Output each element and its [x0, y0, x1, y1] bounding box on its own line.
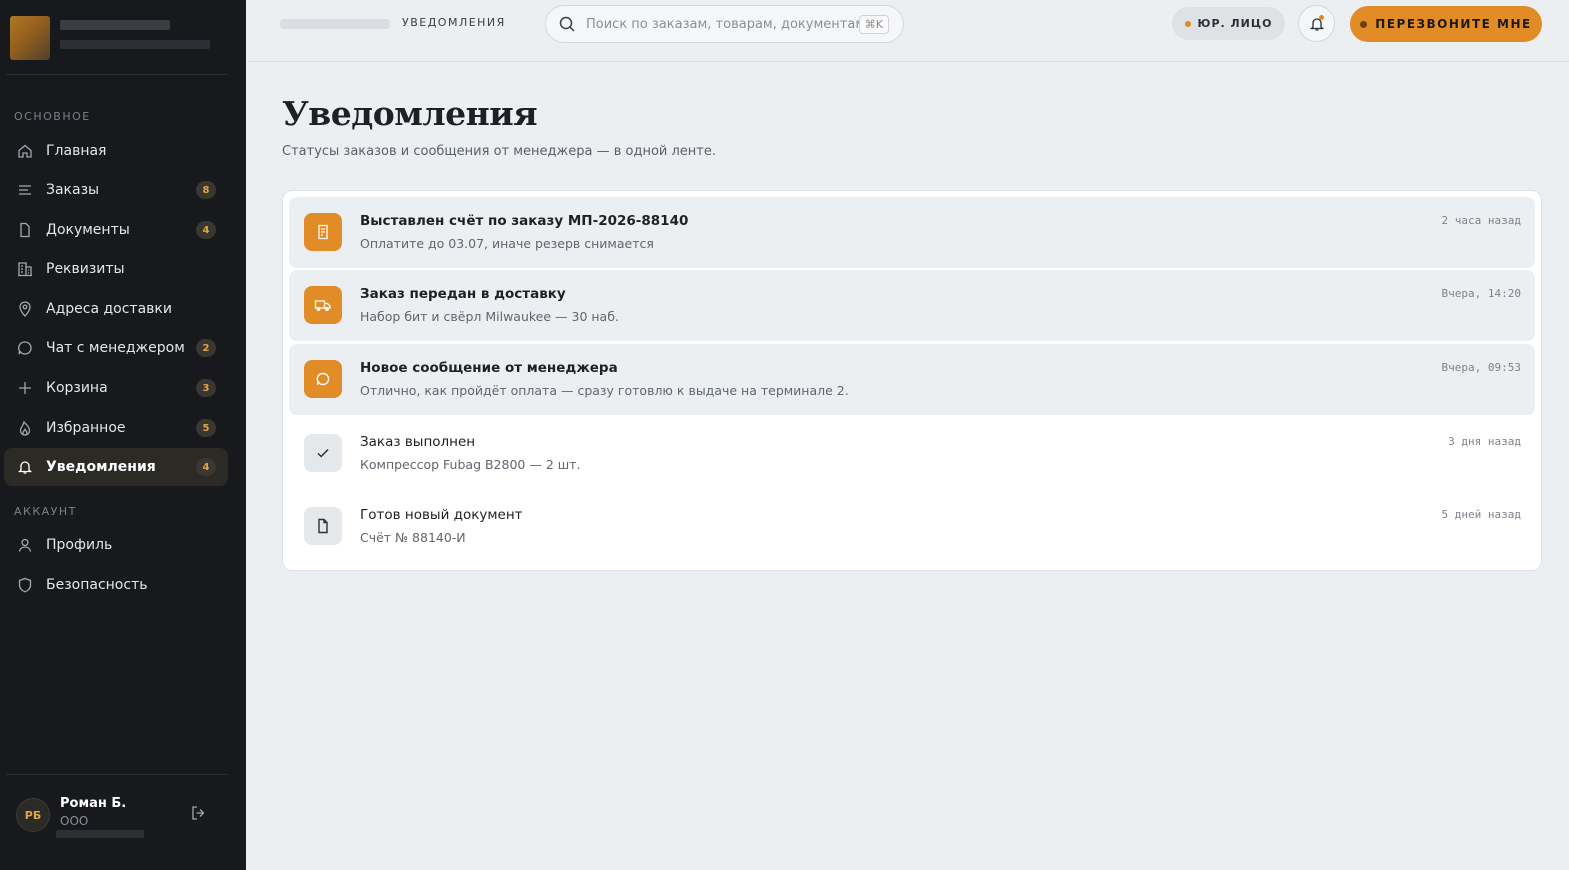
breadcrumb: УВЕДОМЛЕНИЯ — [402, 16, 506, 29]
notifications-button[interactable] — [1298, 5, 1335, 42]
count-badge: 5 — [196, 419, 216, 437]
sidebar-item-security[interactable]: Безопасность — [4, 566, 228, 604]
count-badge: 4 — [196, 221, 216, 239]
sidebar-item-profile[interactable]: Профиль — [4, 526, 228, 564]
page-title: Уведомления — [282, 94, 538, 133]
chat-icon — [16, 339, 34, 357]
notification-item[interactable]: Новое сообщение от менеджера Отлично, ка… — [289, 344, 1535, 415]
building-icon — [16, 260, 34, 278]
status-dot — [1184, 20, 1191, 27]
notification-description: Оплатите до 03.07, иначе резерв снимаетс… — [360, 236, 654, 251]
sidebar-item-orders[interactable]: Заказы 8 — [4, 171, 228, 209]
breadcrumb-root-redacted — [280, 19, 390, 29]
user-block: РБ Роман Б. ООО — [16, 796, 226, 838]
sidebar-item-label: Документы — [46, 222, 130, 238]
count-badge: 4 — [196, 458, 216, 476]
sidebar-item-label: Адреса доставки — [46, 301, 172, 317]
sidebar-item-label: Главная — [46, 143, 107, 159]
sidebar-item-label: Безопасность — [46, 577, 148, 593]
notification-time: 2 часа назад — [1441, 214, 1521, 227]
notification-title: Заказ выполнен — [360, 434, 476, 450]
user-icon — [16, 536, 34, 554]
user-name: Роман Б. — [60, 796, 127, 811]
sidebar-item-label: Чат с менеджером — [46, 340, 185, 356]
section-title-account: АККАУНТ — [14, 505, 77, 518]
document-icon — [304, 507, 342, 545]
sidebar-item-home[interactable]: Главная — [4, 132, 228, 170]
list-icon — [16, 181, 34, 199]
user-org: ООО — [60, 814, 89, 828]
page-subtitle: Статусы заказов и сообщения от менеджера… — [282, 144, 717, 159]
check-icon — [304, 434, 342, 472]
notification-title: Готов новый документ — [360, 507, 523, 523]
search-placeholder: Поиск по заказам, товарам, документам... — [586, 16, 859, 32]
logout-icon[interactable] — [190, 804, 210, 824]
company-subtitle-redacted — [60, 40, 210, 49]
sidebar-item-label: Корзина — [46, 380, 108, 396]
document-icon — [16, 221, 34, 239]
notification-title: Новое сообщение от менеджера — [360, 360, 618, 376]
company-name-redacted — [60, 20, 170, 30]
flame-icon — [16, 419, 34, 437]
sidebar-item-label: Заказы — [46, 182, 100, 198]
sidebar: ОСНОВНОЕ Главная Заказы 8 Документы 4 Ре… — [0, 0, 246, 870]
notification-description: Компрессор Fubag B2800 — 2 шт. — [360, 457, 581, 472]
sidebar-item-requisites[interactable]: Реквизиты — [4, 250, 228, 288]
home-icon — [16, 142, 34, 160]
notification-item[interactable]: Готов новый документ Счёт № 88140-И 5 дн… — [289, 491, 1535, 562]
sidebar-item-documents[interactable]: Документы 4 — [4, 211, 228, 249]
count-badge: 8 — [196, 181, 216, 199]
entity-type-label: ЮР. ЛИЦО — [1197, 17, 1273, 30]
notification-time: Вчера, 14:20 — [1441, 287, 1521, 300]
search-shortcut: ⌘K — [858, 14, 889, 34]
sidebar-item-label: Уведомления — [46, 459, 156, 475]
truck-icon — [304, 286, 342, 324]
sidebar-item-notifications[interactable]: Уведомления 4 — [4, 448, 228, 486]
sidebar-item-favorites[interactable]: Избранное 5 — [4, 409, 228, 447]
sidebar-item-manager-chat[interactable]: Чат с менеджером 2 — [4, 329, 228, 367]
notification-title: Выставлен счёт по заказу МП-2026-88140 — [360, 213, 689, 229]
notification-item[interactable]: Заказ передан в доставку Набор бит и свё… — [289, 270, 1535, 341]
sidebar-item-delivery-addresses[interactable]: Адреса доставки — [4, 290, 228, 328]
notification-time: 3 дня назад — [1448, 435, 1521, 448]
sidebar-item-label: Профиль — [46, 537, 113, 553]
sidebar-divider — [6, 74, 228, 75]
status-dot — [1360, 20, 1368, 28]
bell-icon — [16, 458, 34, 476]
notification-item[interactable]: Выставлен счёт по заказу МП-2026-88140 О… — [289, 197, 1535, 268]
plus-icon — [16, 379, 34, 397]
count-badge: 3 — [196, 379, 216, 397]
notification-description: Отлично, как пройдёт оплата — сразу гото… — [360, 383, 849, 398]
shield-icon — [16, 576, 34, 594]
notification-item[interactable]: Заказ выполнен Компрессор Fubag B2800 — … — [289, 418, 1535, 489]
topbar: УВЕДОМЛЕНИЯ Поиск по заказам, товарам, д… — [246, 0, 1569, 62]
unread-dot — [1319, 15, 1324, 20]
sidebar-item-cart[interactable]: Корзина 3 — [4, 369, 228, 407]
callback-button[interactable]: ПЕРЕЗВОНИТЕ МНЕ — [1350, 6, 1542, 42]
location-pin-icon — [16, 300, 34, 318]
chat-icon — [304, 360, 342, 398]
avatar[interactable]: РБ — [16, 798, 50, 832]
notifications-list: Выставлен счёт по заказу МП-2026-88140 О… — [282, 190, 1542, 571]
sidebar-divider — [6, 774, 228, 775]
section-title-main: ОСНОВНОЕ — [14, 110, 91, 123]
user-company-redacted — [56, 830, 144, 838]
invoice-icon — [304, 213, 342, 251]
sidebar-item-label: Избранное — [46, 420, 126, 436]
sidebar-item-label: Реквизиты — [46, 261, 125, 277]
count-badge: 2 — [196, 339, 216, 357]
entity-type-switch[interactable]: ЮР. ЛИЦО — [1172, 7, 1285, 40]
company-logo[interactable] — [10, 16, 50, 60]
notification-description: Счёт № 88140-И — [360, 530, 466, 545]
notification-time: Вчера, 09:53 — [1441, 361, 1521, 374]
notification-time: 5 дней назад — [1441, 508, 1521, 521]
notification-description: Набор бит и свёрл Milwaukee — 30 наб. — [360, 309, 619, 324]
search-icon — [558, 15, 576, 33]
notification-title: Заказ передан в доставку — [360, 286, 566, 302]
search-input[interactable]: Поиск по заказам, товарам, документам...… — [545, 5, 904, 43]
callback-button-label: ПЕРЕЗВОНИТЕ МНЕ — [1375, 17, 1532, 31]
